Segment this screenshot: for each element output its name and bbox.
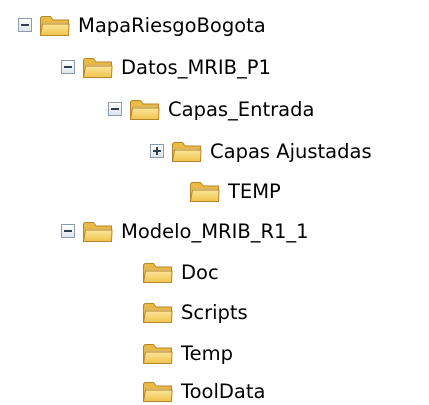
collapse-icon[interactable] [61, 60, 75, 74]
tree-node-tooldata[interactable]: ToolData [142, 378, 265, 404]
tree-node-label: Doc [181, 260, 219, 284]
folder-icon [142, 300, 173, 325]
collapse-icon[interactable] [18, 18, 32, 32]
folder-icon [142, 341, 173, 366]
tree-node-maparesgobogota[interactable]: MapaRiesgoBogota [18, 12, 266, 38]
tree-node-label: MapaRiesgoBogota [78, 13, 266, 37]
folder-icon [129, 97, 160, 122]
tree-node-temp[interactable]: Temp [142, 340, 233, 366]
tree-node-temp-upper[interactable]: TEMP [189, 178, 281, 204]
tree-node-datos-mrib-p1[interactable]: Datos_MRIB_P1 [61, 54, 271, 80]
tree-node-label: Capas Ajustadas [210, 139, 372, 163]
tree-node-label: TEMP [228, 179, 281, 203]
folder-icon [39, 13, 70, 38]
tree-node-doc[interactable]: Doc [142, 259, 219, 285]
folder-icon [82, 219, 113, 244]
tree-node-label: Datos_MRIB_P1 [121, 55, 271, 79]
folder-icon [82, 55, 113, 80]
tree-node-capas-entrada[interactable]: Capas_Entrada [108, 96, 314, 122]
folder-tree: MapaRiesgoBogota Datos_MRIB_P1 Capas_Ent… [0, 0, 429, 405]
tree-node-scripts[interactable]: Scripts [142, 299, 248, 325]
tree-node-label: Scripts [181, 300, 248, 324]
tree-node-label: Capas_Entrada [168, 97, 315, 121]
tree-node-label: Modelo_MRIB_R1_1 [121, 219, 309, 243]
collapse-icon[interactable] [108, 102, 122, 116]
folder-icon [142, 260, 173, 285]
tree-node-label: ToolData [181, 379, 266, 403]
tree-node-modelo-mrib-r1-1[interactable]: Modelo_MRIB_R1_1 [61, 218, 309, 244]
expand-icon[interactable] [150, 144, 164, 158]
folder-icon [171, 139, 202, 164]
tree-node-capas-ajustadas[interactable]: Capas Ajustadas [150, 138, 372, 164]
folder-icon [142, 379, 173, 404]
collapse-icon[interactable] [61, 224, 75, 238]
folder-icon [189, 179, 220, 204]
tree-node-label: Temp [181, 341, 233, 365]
